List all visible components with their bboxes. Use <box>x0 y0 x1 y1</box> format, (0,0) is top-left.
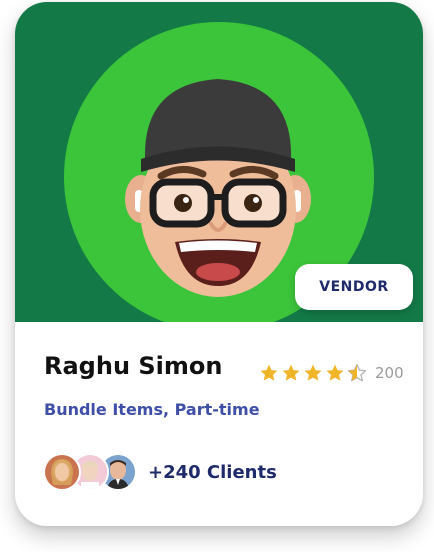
rating-count: 200 <box>375 364 404 382</box>
star-filled-icon <box>282 364 300 381</box>
profile-subtitle: Bundle Items, Part-time <box>44 400 260 419</box>
star-filled-icon <box>260 364 278 381</box>
memoji-avatar <box>125 79 311 297</box>
clients-count: +240 Clients <box>148 462 277 483</box>
vendor-badge[interactable]: VENDOR <box>295 264 413 310</box>
hero-banner: VENDOR <box>15 2 423 322</box>
star-filled-icon <box>326 364 344 381</box>
rating: 200 <box>259 363 404 383</box>
client-avatar-stack[interactable] <box>43 453 137 491</box>
profile-name: Raghu Simon <box>44 352 223 380</box>
star-filled-icon <box>304 364 322 381</box>
vendor-card[interactable]: VENDOR Raghu Simon 200 Bundle Items, Par… <box>15 2 423 526</box>
client-avatar-1 <box>43 453 81 491</box>
star-half-icon <box>347 364 367 382</box>
